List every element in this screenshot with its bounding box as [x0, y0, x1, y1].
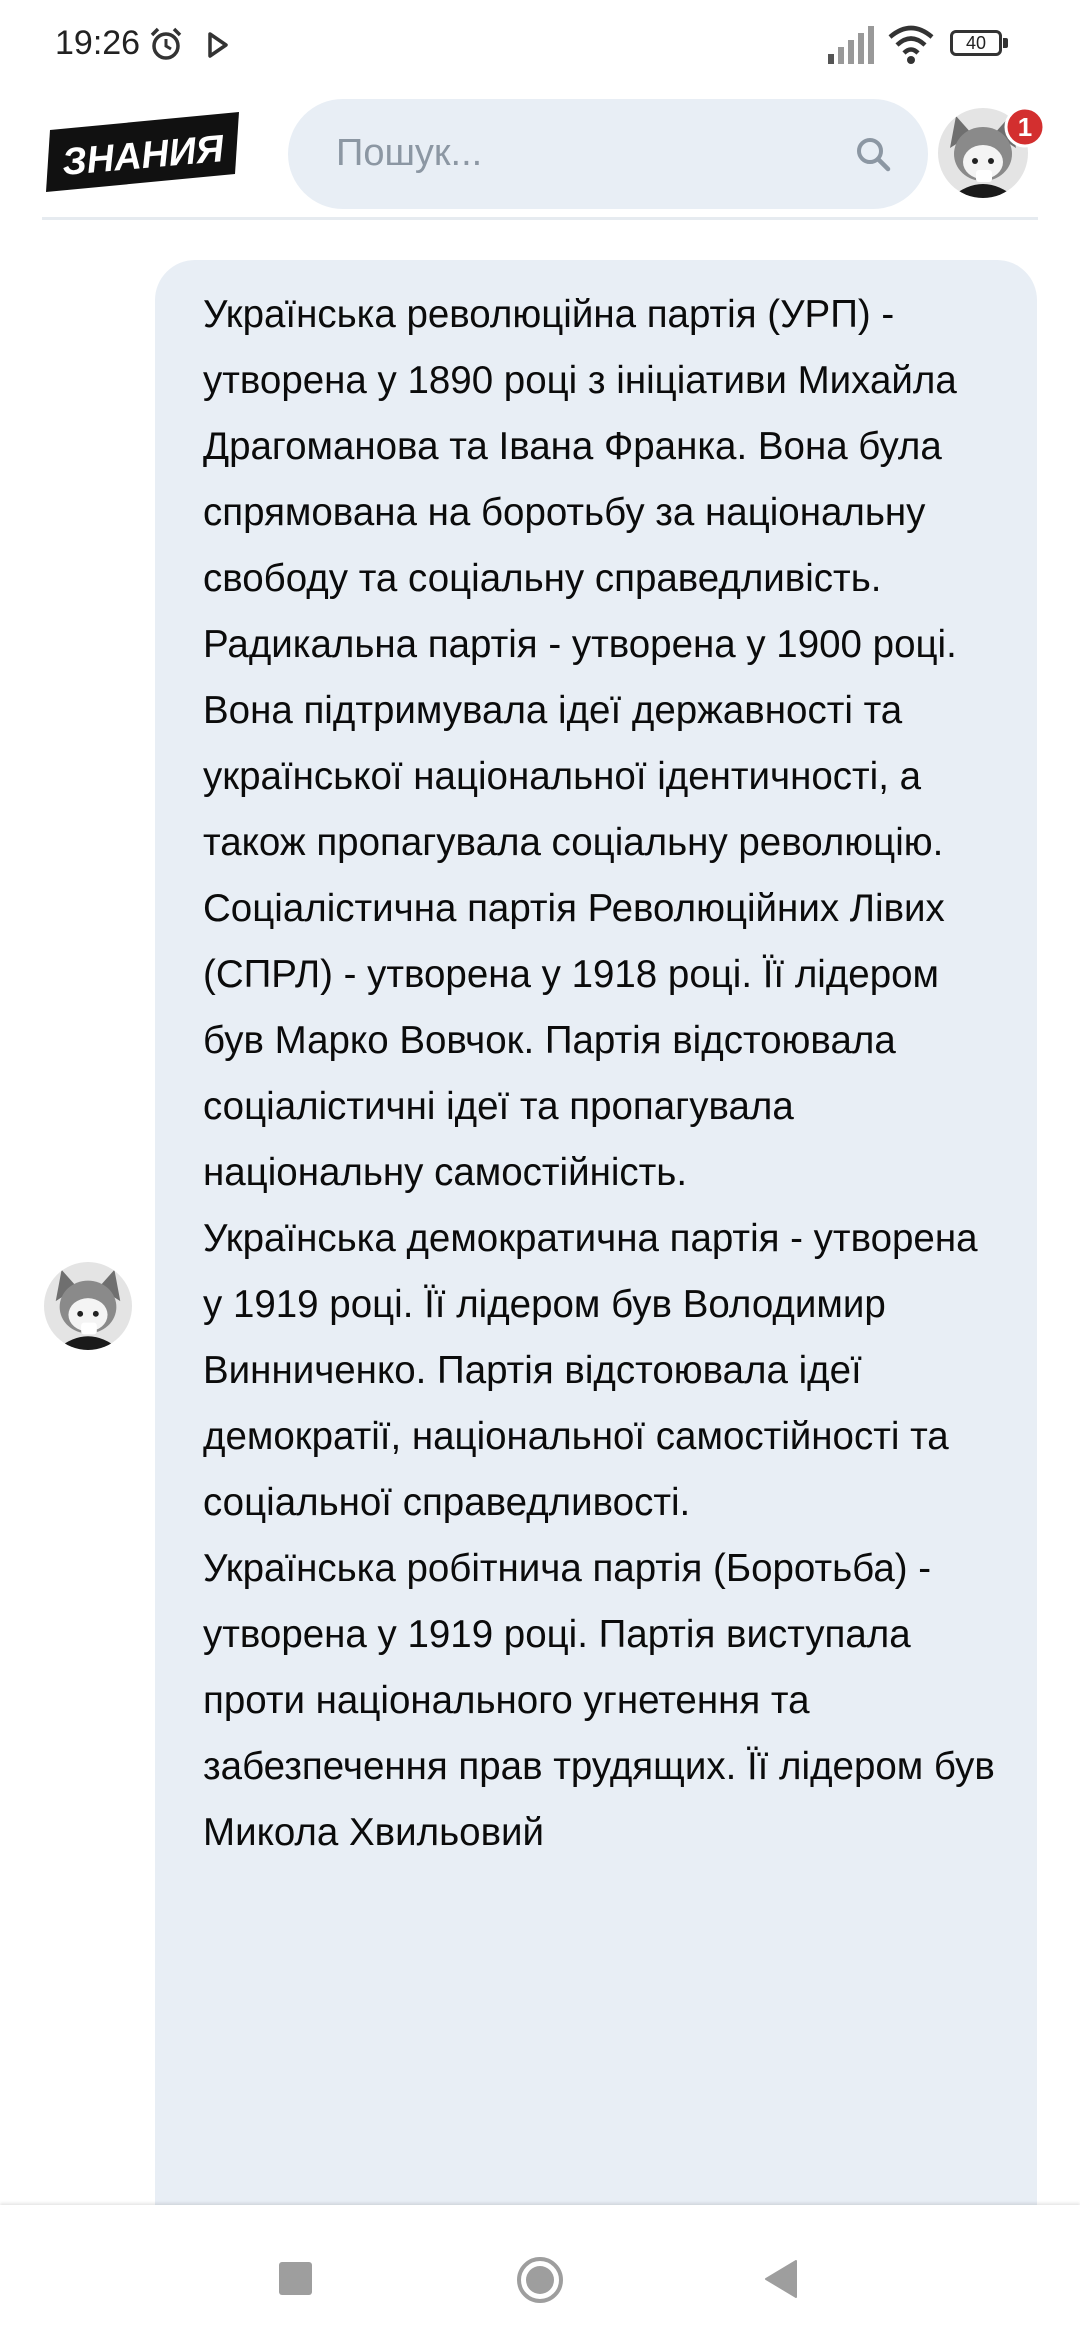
search-input[interactable] [336, 125, 816, 181]
notification-count: 1 [1018, 112, 1032, 142]
search-bar[interactable] [288, 99, 928, 209]
battery-tip [1003, 38, 1008, 48]
message-paragraph: Соціалістична партія Революційних Лівих … [203, 887, 945, 1194]
app-header: ЗНАНИЯ 1 [0, 90, 1080, 212]
status-time: 19:26 [55, 24, 141, 62]
back-button[interactable] [764, 2259, 798, 2299]
status-bar: 19:26 40 [0, 0, 1080, 90]
message-text: Українська революційна партія (УРП) - ут… [203, 282, 1003, 1866]
play-icon [208, 32, 228, 58]
search-icon[interactable] [854, 135, 892, 173]
battery-level: 40 [950, 30, 1002, 56]
alarm-icon [150, 27, 182, 60]
message-paragraph: Радикальна партія - утворена у 1900 році… [203, 623, 957, 864]
header-divider [42, 217, 1038, 220]
recents-button[interactable] [279, 2262, 312, 2295]
znania-logo[interactable]: ЗНАНИЯ [46, 112, 241, 192]
home-button[interactable] [516, 2256, 564, 2304]
wifi-icon [888, 25, 934, 64]
notification-badge[interactable]: 1 [1004, 106, 1046, 148]
system-nav-bar [0, 2205, 1080, 2340]
message-paragraph: Українська революційна партія (УРП) - ут… [203, 293, 957, 600]
battery-icon: 40 [950, 30, 1010, 58]
message-paragraph: Українська робітнича партія (Боротьба) -… [203, 1547, 995, 1854]
message-bubble: Українська революційна партія (УРП) - ут… [155, 260, 1037, 2220]
message-paragraph: Українська демократична партія - утворен… [203, 1217, 978, 1524]
signal-icon [828, 26, 874, 64]
message-author-avatar[interactable] [44, 1262, 132, 1350]
